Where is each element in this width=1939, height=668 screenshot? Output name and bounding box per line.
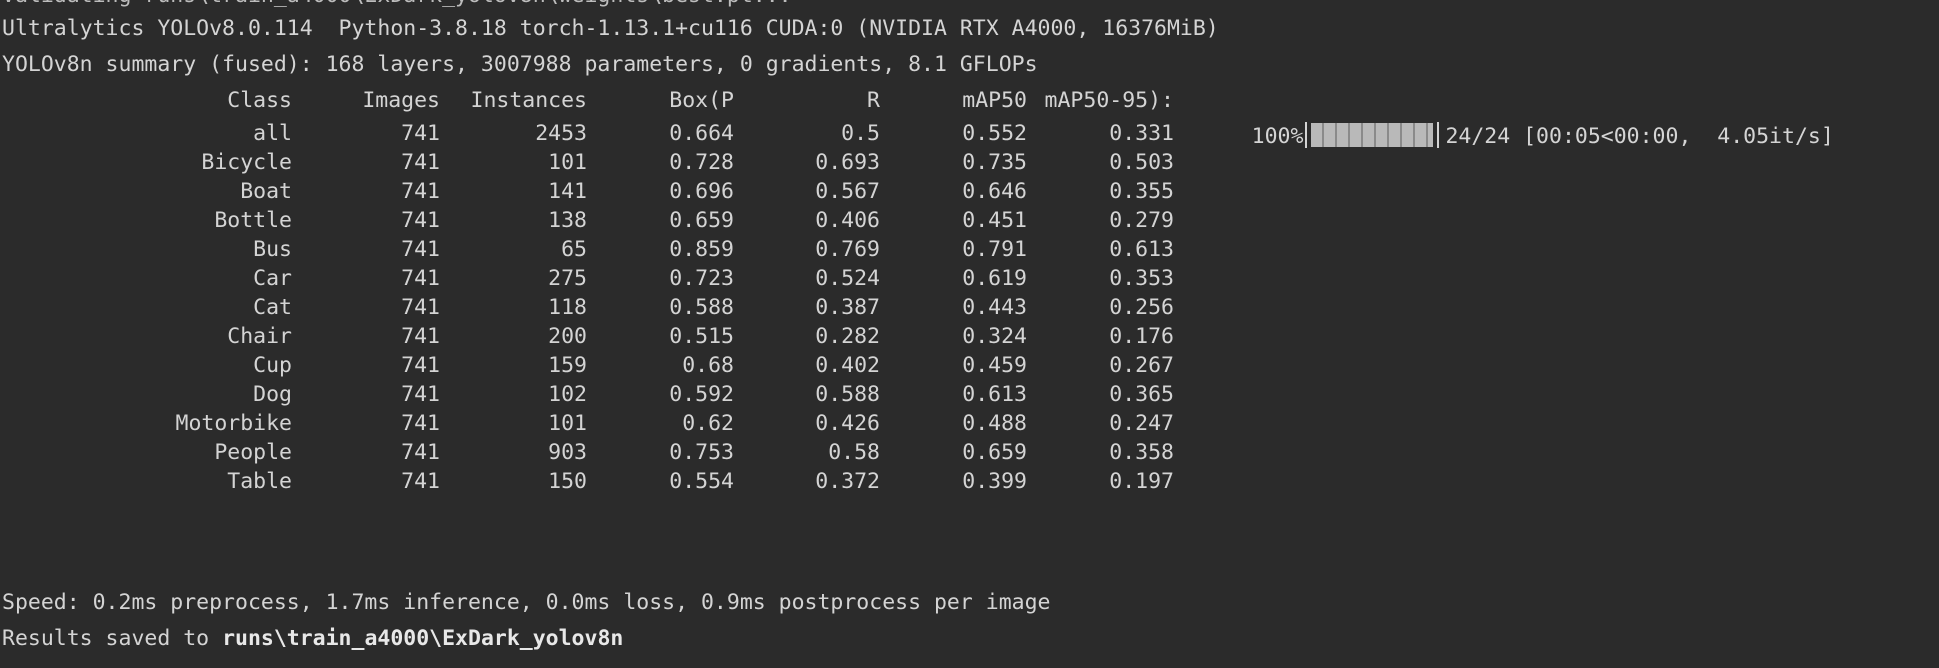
table-row: Table 741 150 0.554 0.372 0.399 0.197 bbox=[2, 464, 1202, 500]
cell-images: 741 bbox=[401, 469, 440, 494]
column-images: Images bbox=[362, 88, 440, 113]
results-path: runs\train_a4000\ExDark_yolov8n bbox=[222, 626, 624, 651]
results-column-header: Class Images Instances Box(P R mAP50 mAP… bbox=[2, 83, 1834, 149]
validation-progress: 100% 24/24 [00:05<00:00, 4.05it/s] bbox=[1174, 83, 1834, 191]
column-recall: R bbox=[867, 88, 880, 113]
results-saved-prefix: Results saved to bbox=[2, 626, 223, 651]
column-instances: Instances bbox=[470, 88, 588, 113]
progress-bar-fill bbox=[1311, 123, 1434, 147]
column-class: Class bbox=[227, 88, 292, 113]
column-map50: mAP50 bbox=[962, 88, 1027, 113]
column-box-precision: Box(P bbox=[669, 88, 734, 113]
cell-recall: 0.372 bbox=[815, 469, 880, 494]
cell-class: Table bbox=[227, 469, 292, 494]
results-saved-line: Results saved to runs\train_a4000\ExDark… bbox=[2, 621, 623, 657]
cell-map50: 0.399 bbox=[962, 469, 1027, 494]
progress-bar bbox=[1305, 122, 1440, 148]
column-map50-95: mAP50-95): bbox=[1044, 88, 1174, 113]
progress-stats: 24/24 [00:05<00:00, 4.05it/s] bbox=[1445, 124, 1834, 149]
cell-instances: 150 bbox=[548, 469, 587, 494]
cell-box-precision: 0.554 bbox=[669, 469, 734, 494]
speed-line: Speed: 0.2ms preprocess, 1.7ms inference… bbox=[2, 590, 1051, 615]
progress-percent: 100% bbox=[1251, 124, 1304, 149]
terminal-output[interactable]: Validating runs\train_a4000\ExDark_yolov… bbox=[0, 0, 1939, 668]
cell-map50-95: 0.197 bbox=[1109, 469, 1174, 494]
model-summary-line: YOLOv8n summary (fused): 168 layers, 300… bbox=[2, 52, 1038, 77]
ultralytics-version-line: Ultralytics YOLOv8.0.114 Python-3.8.18 t… bbox=[2, 16, 1219, 41]
